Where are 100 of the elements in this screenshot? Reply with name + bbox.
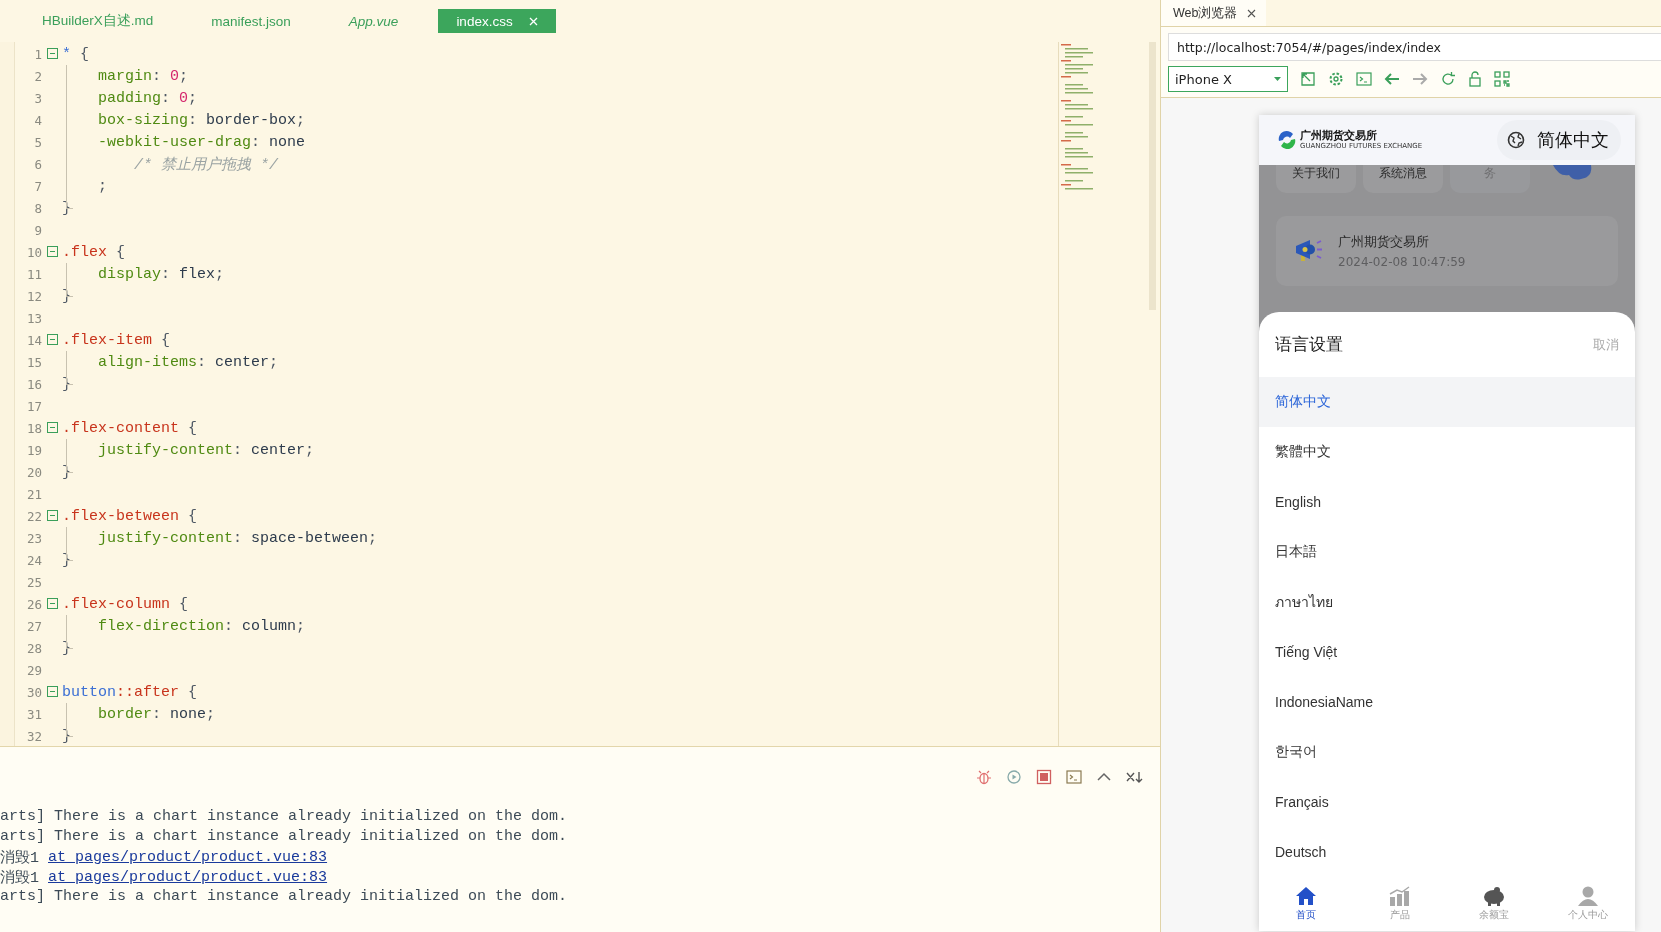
line-number: 18 [25, 420, 42, 436]
language-option[interactable]: 简体中文 [1259, 377, 1635, 427]
bug-icon[interactable] [976, 769, 992, 785]
line-number: 19 [25, 442, 42, 458]
scrollbar-thumb[interactable] [1149, 42, 1156, 310]
refresh-icon[interactable] [1440, 71, 1456, 87]
line-number: 13 [25, 310, 42, 326]
language-button[interactable]: 简体中文 [1497, 120, 1621, 160]
logo-icon [1276, 129, 1298, 151]
line-number: 16 [25, 376, 42, 392]
console-log-line: arts] There is a chart instance already initialized on the dom. [0, 827, 569, 847]
code-line: border: none; [98, 705, 216, 723]
code-line: align-items: center; [98, 353, 279, 371]
globe-icon [1507, 131, 1525, 149]
console-log-line: arts] There is a chart instance already initialized on the dom. [0, 887, 569, 907]
fold-toggle-icon[interactable] [47, 686, 58, 697]
back-arrow-icon[interactable] [1384, 71, 1400, 87]
line-number: 14 [25, 332, 42, 348]
code-line: * { [62, 45, 90, 63]
person-icon [1577, 886, 1599, 906]
line-number: 20 [25, 464, 42, 480]
shortcut-card[interactable]: 系统消息 [1363, 165, 1443, 193]
fold-toggle-icon[interactable] [47, 510, 58, 521]
code-line: .flex { [62, 243, 126, 261]
line-number: 17 [25, 398, 42, 414]
qr-code-icon[interactable] [1494, 71, 1510, 87]
notice-time: 2024-02-08 10:47:59 [1338, 255, 1466, 269]
terminal-icon[interactable] [1066, 769, 1082, 785]
fold-toggle-icon[interactable] [47, 422, 58, 433]
device-dropdown[interactable]: iPhone X [1168, 66, 1288, 92]
log-text: 消毁1 [0, 848, 39, 867]
line-number: 31 [25, 706, 42, 722]
file-link[interactable]: at pages/product/product.vue:83 [48, 868, 328, 886]
console-log-line: arts] There is a chart instance already initialized on the dom. [0, 807, 569, 827]
code-line: .flex-content { [62, 419, 198, 437]
line-number: 7 [33, 178, 42, 194]
close-icon[interactable] [1247, 8, 1257, 18]
line-number: 9 [33, 222, 42, 238]
line-number: 15 [25, 354, 42, 370]
restart-icon[interactable] [1006, 769, 1022, 785]
line-number: 6 [33, 156, 42, 172]
notice-title: 广州期货交易所 [1338, 233, 1430, 251]
line-number: 12 [25, 288, 42, 304]
line-number: 27 [25, 618, 42, 634]
code-line: margin: 0; [98, 67, 189, 85]
line-number: 11 [25, 266, 42, 282]
code-line: button::after { [62, 683, 198, 701]
tab-bar-item[interactable]: 首页 [1259, 877, 1353, 931]
line-number: 5 [33, 134, 42, 150]
line-number: 2 [33, 68, 42, 84]
line-number: 10 [25, 244, 42, 260]
line-number: 23 [25, 530, 42, 546]
code-line: /* 禁止用户拖拽 */ [133, 155, 278, 174]
resize-icon[interactable] [1300, 71, 1316, 87]
fold-toggle-icon[interactable] [47, 598, 58, 609]
code-line: ; [98, 177, 107, 195]
line-number: 8 [33, 200, 42, 216]
code-line: .flex-between { [62, 507, 198, 525]
line-number: 22 [25, 508, 42, 524]
stop-icon[interactable] [1036, 769, 1052, 785]
minimap-drawing[interactable] [1059, 42, 1095, 192]
line-number: 21 [25, 486, 42, 502]
code-line: .flex-item { [62, 331, 171, 349]
line-number: 24 [25, 552, 42, 568]
sheet-title: 语言设置 [1275, 333, 1343, 356]
home-icon [1295, 886, 1317, 906]
line-number: 3 [33, 90, 42, 106]
line-number: 29 [25, 662, 42, 678]
browser-tab[interactable]: Web浏览器 [1161, 0, 1267, 26]
line-number: 4 [33, 112, 42, 128]
shortcut-card[interactable]: 关于我们 [1276, 165, 1356, 193]
code-line: display: flex; [98, 265, 225, 283]
fold-toggle-icon[interactable] [47, 334, 58, 345]
terminal-icon[interactable] [1356, 71, 1372, 87]
logo-title: 广州期货交易所 [1300, 130, 1378, 142]
notice-card[interactable]: 广州期货交易所 2024-02-08 10:47:59 [1276, 216, 1618, 286]
settings-icon[interactable] [1328, 71, 1344, 87]
line-number: 25 [25, 574, 42, 590]
fold-toggle-icon[interactable] [47, 246, 58, 257]
code-line: .flex-column { [62, 595, 189, 613]
clear-scroll-icon[interactable] [1126, 769, 1144, 785]
code-line: padding: 0; [98, 89, 198, 107]
code-line: -webkit-user-drag: none [98, 133, 306, 151]
caret-icon [1274, 77, 1281, 81]
line-number: 32 [25, 728, 42, 744]
piggy-bank-icon [1482, 886, 1506, 906]
bar-chart-icon [1389, 886, 1411, 906]
code-line: flex-direction: column; [98, 617, 306, 635]
code-line: justify-content: center; [98, 441, 315, 459]
line-number: 26 [25, 596, 42, 612]
file-link[interactable]: at pages/product/product.vue:83 [48, 848, 328, 866]
line-number: 28 [25, 640, 42, 656]
log-text: 消毁1 [0, 868, 39, 887]
unlocked-padlock-icon[interactable] [1468, 71, 1482, 87]
line-number: 30 [25, 684, 42, 700]
code-line: box-sizing: border-box; [98, 111, 306, 129]
url-field[interactable]: http://localhost:7054/#/pages/index/index [1168, 33, 1661, 61]
code-line: justify-content: space-between; [98, 529, 378, 547]
fold-toggle-icon[interactable] [47, 48, 58, 59]
line-number: 1 [33, 46, 42, 62]
